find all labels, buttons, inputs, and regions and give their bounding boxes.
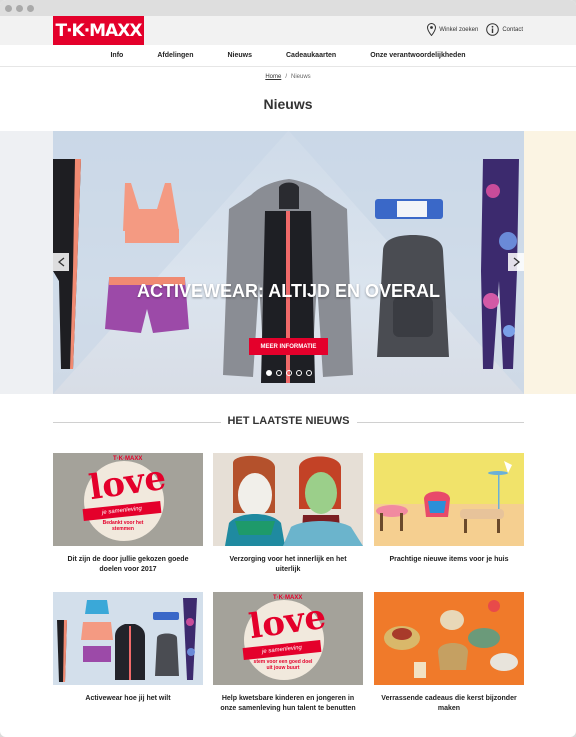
breadcrumb-current: Nieuws xyxy=(291,74,311,80)
news-card[interactable]: T·K·MAXX love je samenleving stem voor e… xyxy=(213,592,363,714)
carousel-prev-button[interactable] xyxy=(53,253,69,271)
info-icon xyxy=(486,23,500,36)
carousel-dot[interactable] xyxy=(305,370,312,376)
site-header: T·K·MAXX Winkel zoeken Contact xyxy=(0,16,576,45)
hero-slide[interactable]: ACTIVEWEAR: ALTIJD EN OVERAL MEER INFORM… xyxy=(53,131,524,394)
page-title: Nieuws xyxy=(263,96,313,112)
window-minimize-dot[interactable] xyxy=(16,4,23,12)
carousel-next-button[interactable] xyxy=(508,253,524,271)
carousel-dot[interactable] xyxy=(285,370,292,376)
nav-item-cadeaukaarten[interactable]: Cadeaukaarten xyxy=(269,52,353,59)
breadcrumb: Home / Nieuws xyxy=(0,67,576,87)
activewear-image xyxy=(53,592,203,685)
christmas-gifts-image xyxy=(374,592,524,685)
nav-item-verantwoordelijkheden[interactable]: Onze verantwoordelijkheden xyxy=(353,52,482,59)
carousel-dots xyxy=(53,370,524,376)
carousel-next-slide-peek[interactable] xyxy=(524,131,576,394)
love-subtext: stem voor een goed doel uit jouw buurt xyxy=(253,659,313,671)
nav-item-info[interactable]: Info xyxy=(93,52,140,59)
news-card[interactable]: Verrassende cadeaus die kerst bijzonder … xyxy=(374,592,524,714)
news-card-image[interactable] xyxy=(374,592,524,685)
news-card-image[interactable] xyxy=(374,453,524,546)
news-card-caption[interactable]: Help kwetsbare kinderen en jongeren in o… xyxy=(213,694,363,714)
latest-news-heading: HET LAATSTE NIEUWS xyxy=(220,415,357,427)
contact-link[interactable]: Contact xyxy=(486,23,523,36)
news-card-caption[interactable]: Verzorging voor het innerlijk en het uit… xyxy=(213,555,363,575)
contact-label: Contact xyxy=(502,26,523,33)
news-card-caption[interactable]: Activewear hoe jij het wilt xyxy=(53,694,203,704)
news-card[interactable]: Prachtige nieuwe items voor je huis xyxy=(374,453,524,565)
window-close-dot[interactable] xyxy=(5,4,12,12)
news-card[interactable]: T·K·MAXX love je samenleving Bedankt voo… xyxy=(53,453,203,575)
carousel-dot[interactable] xyxy=(275,370,282,376)
latest-news-header: HET LAATSTE NIEUWS xyxy=(53,413,524,431)
store-finder-label: Winkel zoeken xyxy=(439,26,479,33)
hero-carousel: ACTIVEWEAR: ALTIJD EN OVERAL MEER INFORM… xyxy=(0,131,576,394)
nav-item-nieuws[interactable]: Nieuws xyxy=(210,52,269,59)
store-finder-link[interactable]: Winkel zoeken xyxy=(427,23,478,36)
window-titlebar xyxy=(0,0,576,16)
tkmaxx-logo[interactable]: T·K·MAXX xyxy=(53,16,144,45)
map-pin-icon xyxy=(427,23,437,36)
header-links: Winkel zoeken Contact xyxy=(427,23,523,36)
news-card-caption[interactable]: Prachtige nieuwe items voor je huis xyxy=(374,555,524,565)
news-card-image[interactable]: T·K·MAXX love je samenleving Bedankt voo… xyxy=(53,453,203,546)
hero-title: ACTIVEWEAR: ALTIJD EN OVERAL xyxy=(136,281,440,301)
carousel-prev-slide-peek[interactable] xyxy=(0,131,53,394)
news-card-caption[interactable]: Dit zijn de door jullie gekozen goede do… xyxy=(53,555,203,575)
news-card[interactable]: Activewear hoe jij het wilt xyxy=(53,592,203,704)
nav-item-afdelingen[interactable]: Afdelingen xyxy=(140,52,210,59)
chevron-right-icon xyxy=(513,257,520,267)
home-items-image xyxy=(374,453,524,546)
carousel-dot[interactable] xyxy=(295,370,302,376)
face-masks-image xyxy=(213,453,363,546)
news-card-image[interactable] xyxy=(213,453,363,546)
news-card-image[interactable] xyxy=(53,592,203,685)
window-maximize-dot[interactable] xyxy=(27,4,34,12)
logo-text: T·K·MAXX xyxy=(55,20,143,41)
carousel-dot[interactable] xyxy=(265,370,272,376)
main-nav: Info Afdelingen Nieuws Cadeaukaarten Onz… xyxy=(0,45,576,67)
breadcrumb-home[interactable]: Home xyxy=(265,74,281,80)
news-card-image[interactable]: T·K·MAXX love je samenleving stem voor e… xyxy=(213,592,363,685)
news-card[interactable]: Verzorging voor het innerlijk en het uit… xyxy=(213,453,363,575)
browser-window: T·K·MAXX Winkel zoeken Contact Info Afde… xyxy=(0,0,576,737)
news-card-caption[interactable]: Verrassende cadeaus die kerst bijzonder … xyxy=(374,694,524,714)
breadcrumb-separator: / xyxy=(285,74,287,80)
hero-more-info-button[interactable]: MEER INFORMATIE xyxy=(249,338,328,355)
chevron-left-icon xyxy=(57,257,64,267)
love-subtext: Bedankt voor het stemmen xyxy=(102,520,144,532)
